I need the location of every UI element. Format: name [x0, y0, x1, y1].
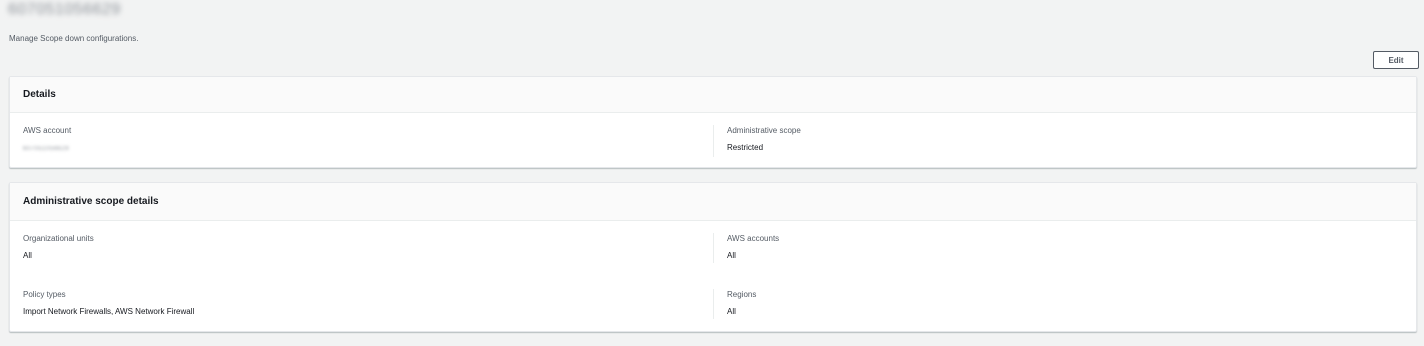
- page-description: Manage Scope down configurations.: [9, 34, 139, 43]
- column-divider: [713, 289, 714, 319]
- organizational-units-label: Organizational units: [23, 234, 94, 243]
- page-title-text: 607051056629: [8, 1, 121, 18]
- policy-types-label: Policy types: [23, 290, 66, 299]
- regions-label: Regions: [727, 290, 757, 299]
- policy-types-value: Import Network Firewalls, AWS Network Fi…: [23, 307, 195, 316]
- column-divider: [713, 233, 714, 263]
- policy-types-field: Policy types Import Network Firewalls, A…: [23, 290, 194, 317]
- details-panel-header: Details: [10, 77, 1416, 113]
- aws-accounts-field: AWS accounts All: [727, 234, 779, 261]
- organizational-units-value: All: [23, 251, 32, 260]
- scope-details-panel-header: Administrative scope details: [10, 183, 1416, 221]
- page-title: 607051056629: [8, 1, 143, 19]
- aws-accounts-value: All: [727, 251, 736, 260]
- administrative-scope-details-panel: Administrative scope details Organizatio…: [9, 182, 1417, 332]
- aws-accounts-label: AWS accounts: [727, 234, 780, 243]
- administrative-scope-value: Restricted: [727, 143, 764, 152]
- edit-button[interactable]: Edit: [1373, 51, 1419, 69]
- organizational-units-field: Organizational units All: [23, 234, 94, 261]
- aws-account-label: AWS account: [23, 126, 72, 135]
- column-divider: [713, 125, 714, 157]
- administrative-scope-label: Administrative scope: [727, 126, 801, 135]
- aws-account-field: AWS account 607051056629: [23, 126, 71, 154]
- details-panel: Details AWS account 607051056629 Adminis…: [9, 76, 1417, 168]
- administrative-scope-field: Administrative scope Restricted: [727, 126, 801, 153]
- aws-account-value: 607051056629: [23, 143, 71, 154]
- aws-account-value-text: 607051056629: [23, 146, 70, 152]
- regions-field: Regions All: [727, 290, 756, 317]
- regions-value: All: [727, 307, 736, 316]
